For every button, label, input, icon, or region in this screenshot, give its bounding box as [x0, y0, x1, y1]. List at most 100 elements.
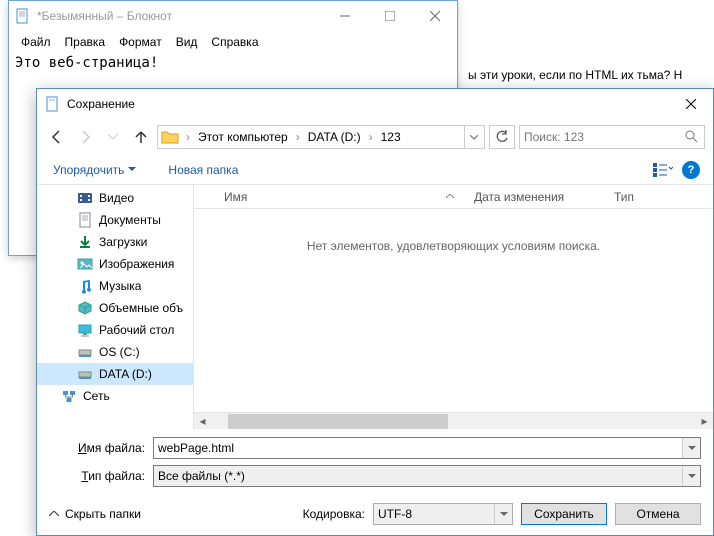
- chevron-right-icon[interactable]: ›: [184, 130, 192, 144]
- scroll-thumb[interactable]: [228, 414, 448, 429]
- sidebar-item-label: Изображения: [99, 257, 174, 271]
- toolbar: Упорядочить Новая папка ?: [37, 155, 713, 185]
- menu-help[interactable]: Справка: [205, 33, 264, 49]
- sidebar-item-label: Загрузки: [99, 235, 147, 249]
- sidebar-item-label: Рабочий стол: [99, 323, 174, 337]
- empty-message: Нет элементов, удовлетворяющих условиям …: [307, 239, 600, 253]
- dialog-close-button[interactable]: [668, 89, 713, 119]
- sidebar-item-music[interactable]: Музыка: [37, 275, 193, 297]
- scroll-left-arrow[interactable]: ◂: [194, 413, 211, 430]
- sidebar-item-label: Документы: [99, 213, 161, 227]
- sidebar-item-picture[interactable]: Изображения: [37, 253, 193, 275]
- filename-field[interactable]: [153, 437, 701, 459]
- column-header-name[interactable]: Имя: [214, 190, 464, 204]
- menu-format[interactable]: Формат: [113, 33, 168, 49]
- col-name-label: Имя: [224, 190, 247, 204]
- sidebar-item-drive[interactable]: DATA (D:): [37, 363, 193, 385]
- menu-file[interactable]: Файл: [15, 33, 57, 49]
- menu-view[interactable]: Вид: [170, 33, 204, 49]
- nav-up-button[interactable]: [129, 125, 153, 149]
- save-button[interactable]: Сохранить: [521, 503, 607, 525]
- drive-icon: [77, 344, 93, 360]
- breadcrumb-dropdown[interactable]: [464, 126, 482, 148]
- crumb-root[interactable]: Этот компьютер: [192, 126, 294, 148]
- dialog-icon: [45, 96, 61, 112]
- sidebar-item-network[interactable]: Сеть: [37, 385, 193, 407]
- sidebar-item-desktop[interactable]: Рабочий стол: [37, 319, 193, 341]
- refresh-button[interactable]: [489, 125, 515, 149]
- search-box[interactable]: [519, 125, 705, 149]
- bg-text-2: ы эти уроки, если по HTML их тьма? Н: [468, 68, 682, 82]
- sidebar-item-label: DATA (D:): [99, 367, 152, 381]
- new-folder-label: Новая папка: [168, 163, 238, 177]
- folder-icon: [160, 127, 180, 147]
- filename-dropdown[interactable]: [682, 438, 700, 458]
- nav-bar: › Этот компьютер › DATA (D:) › 123: [37, 119, 713, 155]
- sidebar-item-label: OS (C:): [99, 345, 140, 359]
- sidebar-item-label: Сеть: [83, 389, 110, 403]
- column-header-type[interactable]: Тип: [604, 190, 644, 204]
- search-input[interactable]: [524, 130, 684, 144]
- view-button[interactable]: [651, 158, 675, 182]
- nav-back-button[interactable]: [45, 125, 69, 149]
- network-icon: [61, 388, 77, 404]
- breadcrumb[interactable]: › Этот компьютер › DATA (D:) › 123: [157, 125, 485, 149]
- search-icon[interactable]: [684, 129, 700, 145]
- chevron-right-icon[interactable]: ›: [294, 130, 302, 144]
- sidebar-item-drive[interactable]: OS (C:): [37, 341, 193, 363]
- sidebar-item-label: Объемные объ: [99, 301, 183, 315]
- notepad-icon: [15, 8, 31, 24]
- encoding-value: UTF-8: [378, 507, 412, 521]
- encoding-dropdown[interactable]: [494, 504, 512, 524]
- dialog-title: Сохранение: [61, 97, 668, 111]
- hide-folders-label: Скрыть папки: [65, 507, 141, 521]
- horizontal-scrollbar[interactable]: ◂ ▸: [194, 412, 713, 429]
- sort-indicator-icon: [446, 194, 454, 199]
- notepad-title: *Безымянный – Блокнот: [31, 9, 322, 23]
- chevron-right-icon[interactable]: ›: [367, 130, 375, 144]
- filename-input[interactable]: [158, 441, 696, 455]
- file-list[interactable]: Нет элементов, удовлетворяющих условиям …: [194, 209, 713, 412]
- doc-icon: [77, 212, 93, 228]
- crumb-drive[interactable]: DATA (D:): [302, 126, 367, 148]
- hide-folders-button[interactable]: Скрыть папки: [49, 507, 141, 521]
- desktop-icon: [77, 322, 93, 338]
- sidebar-item-video[interactable]: Видео: [37, 187, 193, 209]
- filetype-field[interactable]: Все файлы (*.*): [153, 465, 701, 487]
- sidebar-item-doc[interactable]: Документы: [37, 209, 193, 231]
- new-folder-button[interactable]: Новая папка: [162, 159, 244, 181]
- minimize-button[interactable]: [322, 1, 367, 31]
- cancel-button[interactable]: Отмена: [615, 503, 701, 525]
- sidebar-item-cube[interactable]: Объемные объ: [37, 297, 193, 319]
- crumb-folder[interactable]: 123: [375, 126, 407, 148]
- chevron-down-icon: [128, 167, 136, 172]
- download-icon: [77, 234, 93, 250]
- help-button[interactable]: ?: [679, 158, 703, 182]
- drive-icon: [77, 366, 93, 382]
- nav-recent-button[interactable]: [101, 125, 125, 149]
- encoding-select[interactable]: UTF-8: [373, 503, 513, 525]
- dialog-footer: Скрыть папки Кодировка: UTF-8 Сохранить …: [37, 497, 713, 531]
- maximize-button[interactable]: [367, 1, 412, 31]
- sidebar: Видео Документы Загрузки Изображения Музыка О…: [37, 185, 194, 429]
- music-icon: [77, 278, 93, 294]
- filename-label: Имя файла:: [49, 441, 153, 455]
- column-header-date[interactable]: Дата изменения: [464, 190, 604, 204]
- chevron-up-icon: [49, 511, 59, 517]
- nav-forward-button[interactable]: [73, 125, 97, 149]
- column-headers: Имя Дата изменения Тип: [194, 185, 713, 209]
- scroll-right-arrow[interactable]: ▸: [696, 413, 713, 430]
- notepad-menu: Файл Правка Формат Вид Справка: [9, 31, 457, 51]
- dialog-titlebar[interactable]: Сохранение: [37, 89, 713, 119]
- encoding-label: Кодировка:: [303, 507, 365, 521]
- close-button[interactable]: [412, 1, 457, 31]
- menu-edit[interactable]: Правка: [59, 33, 112, 49]
- filetype-dropdown[interactable]: [682, 466, 700, 486]
- sidebar-item-label: Видео: [99, 191, 134, 205]
- notepad-titlebar[interactable]: *Безымянный – Блокнот: [9, 1, 457, 31]
- organize-button[interactable]: Упорядочить: [47, 159, 142, 181]
- cube-icon: [77, 300, 93, 316]
- sidebar-item-download[interactable]: Загрузки: [37, 231, 193, 253]
- organize-label: Упорядочить: [53, 163, 124, 177]
- notepad-editor[interactable]: Это веб-страница!: [9, 51, 457, 75]
